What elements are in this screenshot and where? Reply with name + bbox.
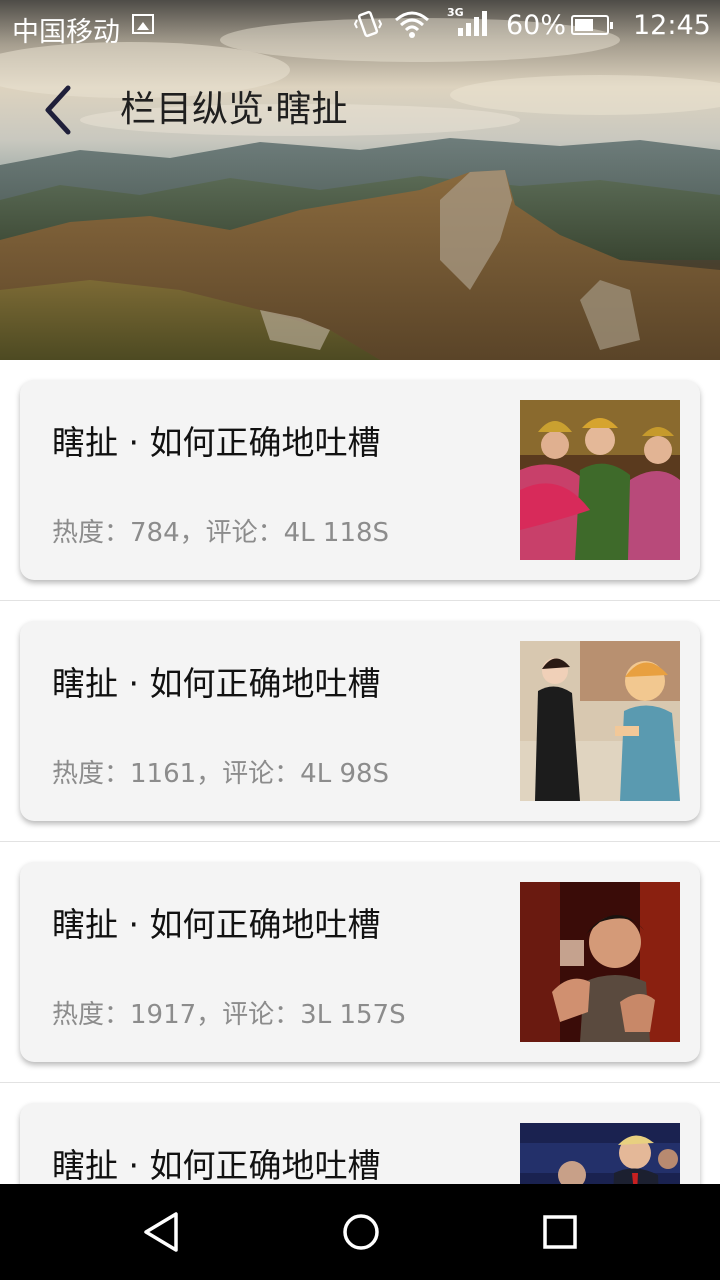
clock: 12:45 (633, 10, 711, 41)
wifi-icon (395, 11, 429, 38)
mountain-landscape-image (0, 0, 720, 360)
vibrate-icon (354, 10, 382, 38)
article-meta: 热度：784，评论：4L 118S (52, 518, 390, 548)
list-item: 瞎扯 · 如何正确地吐槽 热度：1161，评论：4L 98S (0, 601, 720, 842)
signal-3g-icon: 3G (447, 6, 487, 36)
article-thumbnail (520, 882, 680, 1042)
article-thumbnail (520, 400, 680, 560)
article-title: 瞎扯 · 如何正确地吐槽 (52, 423, 381, 462)
circle-home-icon (343, 1214, 379, 1250)
list-item: 瞎扯 · 如何正确地吐槽 热度：1917，评论：3L 157S (0, 842, 720, 1083)
article-title: 瞎扯 · 如何正确地吐槽 (52, 664, 381, 703)
article-title: 瞎扯 · 如何正确地吐槽 (52, 1146, 381, 1185)
network-type-label: 3G (447, 6, 464, 19)
header-banner: 中国移动 3G 60% 12:45 栏目纵览·瞎扯 (0, 0, 720, 360)
square-recents-icon (543, 1215, 577, 1249)
nav-recents-button[interactable] (536, 1208, 584, 1256)
article-card[interactable]: 瞎扯 · 如何正确地吐槽 热度：1917，评论：3L 157S (20, 862, 700, 1062)
nav-back-button[interactable] (138, 1208, 186, 1256)
gallery-notification-icon (132, 14, 154, 34)
battery-percent: 60% (506, 10, 567, 41)
nav-home-button[interactable] (337, 1208, 385, 1256)
article-meta: 热度：1917，评论：3L 157S (52, 1000, 406, 1030)
navigation-bar (0, 1184, 720, 1280)
battery-icon (571, 15, 613, 35)
screen: 中国移动 3G 60% 12:45 栏目纵览·瞎扯 瞎扯 · 如何正确地吐槽 热… (0, 0, 720, 1280)
status-bar: 中国移动 3G 60% 12:45 (0, 0, 720, 52)
article-card[interactable]: 瞎扯 · 如何正确地吐槽 热度：784，评论：4L 118S (20, 380, 700, 580)
carrier-label: 中国移动 (12, 17, 120, 48)
article-meta: 热度：1161，评论：4L 98S (52, 759, 390, 789)
article-thumbnail (520, 641, 680, 801)
article-list[interactable]: 瞎扯 · 如何正确地吐槽 热度：784，评论：4L 118S 瞎扯 · 如何正确… (0, 360, 720, 1280)
back-button[interactable] (30, 82, 86, 138)
list-item: 瞎扯 · 如何正确地吐槽 热度：784，评论：4L 118S (0, 360, 720, 601)
page-title: 栏目纵览·瞎扯 (120, 89, 348, 130)
triangle-back-icon (144, 1212, 178, 1252)
back-chevron-icon (45, 85, 71, 135)
article-title: 瞎扯 · 如何正确地吐槽 (52, 905, 381, 944)
article-card[interactable]: 瞎扯 · 如何正确地吐槽 热度：1161，评论：4L 98S (20, 621, 700, 821)
